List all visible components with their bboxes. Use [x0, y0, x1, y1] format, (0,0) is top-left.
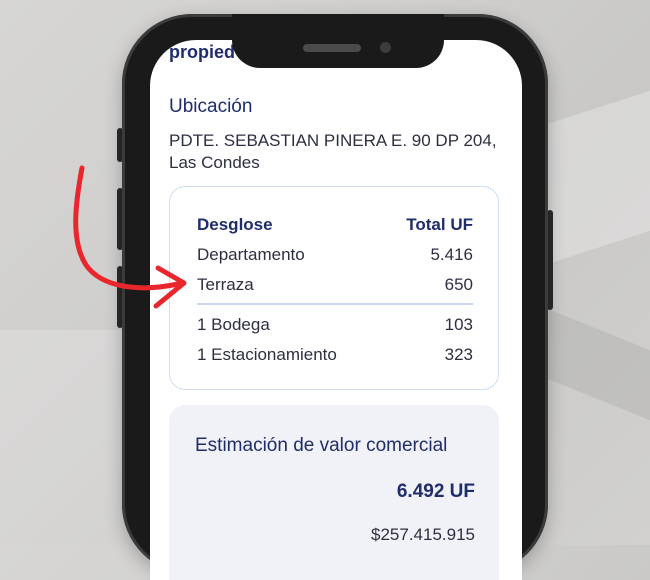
property-address: PDTE. SEBASTIAN PINERA E. 90 DP 204, Las… — [169, 131, 497, 172]
breakdown-divider — [197, 303, 473, 305]
breakdown-header-total: Total UF — [406, 215, 473, 234]
breakdown-row-value: 5.416 — [430, 245, 473, 264]
estimate-value-uf: 6.492 UF — [396, 481, 475, 502]
speaker-icon — [303, 44, 361, 52]
breakdown-row-value: 323 — [444, 345, 473, 364]
estimate-card: Estimación de valor comercial 6.492 UF $… — [169, 405, 499, 580]
breakdown-row: Terraza 650 — [197, 275, 473, 295]
breakdown-header-label: Desglose — [197, 215, 273, 234]
breakdown-row-label: Terraza — [197, 275, 254, 294]
background-light-shape — [0, 330, 140, 545]
brand-header: propied — [169, 42, 235, 62]
breakdown-row: 1 Estacionamiento 323 — [197, 345, 473, 365]
breakdown-row-label: Departamento — [197, 245, 305, 264]
estimate-title: Estimación de valor comercial — [195, 435, 448, 456]
breakdown-row-label: 1 Bodega — [197, 315, 270, 334]
breakdown-row: Departamento 5.416 — [197, 245, 473, 265]
phone-notch — [232, 14, 444, 68]
breakdown-row-value: 650 — [444, 275, 473, 294]
breakdown-header: Desglose Total UF — [197, 215, 473, 235]
breakdown-row-label: 1 Estacionamiento — [197, 345, 337, 364]
phone-screen: propied Ubicación PDTE. SEBASTIAN PINERA… — [150, 40, 522, 580]
camera-icon — [380, 42, 391, 53]
breakdown-row-value: 103 — [444, 315, 473, 334]
estimate-value-clp: $257.415.915 — [371, 525, 475, 544]
breakdown-row: 1 Bodega 103 — [197, 315, 473, 335]
location-title: Ubicación — [169, 96, 253, 117]
red-arrow-icon — [73, 165, 187, 309]
breakdown-card: Desglose Total UF Departamento 5.416 Ter… — [169, 186, 499, 390]
